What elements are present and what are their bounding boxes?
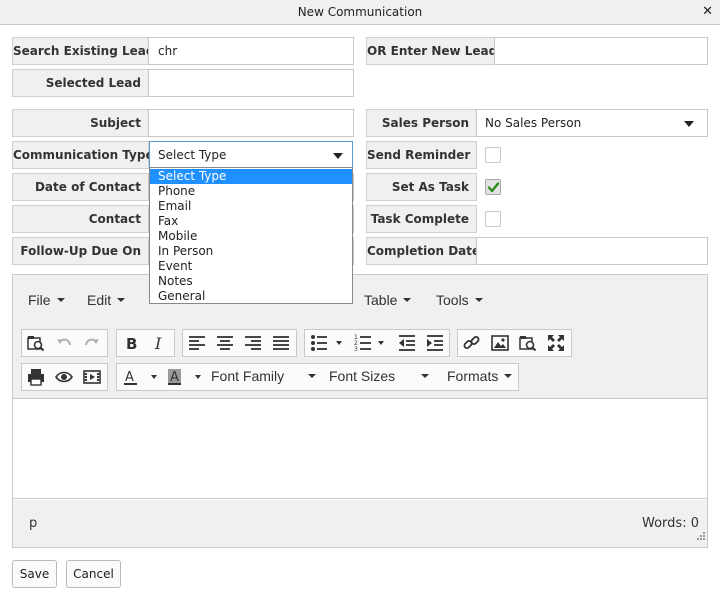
editor-toolbar: B I 123 A A Font Family Font Sizes Forma…	[13, 323, 707, 399]
sales-person-value: No Sales Person	[485, 116, 582, 130]
toolbar-group-style: A A Font Family Font Sizes Formats	[116, 363, 519, 391]
new-lead-input[interactable]	[494, 37, 708, 65]
svg-text:A: A	[170, 370, 179, 385]
sales-person-label: Sales Person	[366, 109, 477, 137]
italic-icon[interactable]: I	[147, 332, 171, 354]
comm-type-option[interactable]: Fax	[150, 214, 352, 229]
image-icon[interactable]	[488, 332, 512, 354]
align-right-icon[interactable]	[241, 332, 265, 354]
cancel-button[interactable]: Cancel	[66, 560, 121, 588]
comm-type-option[interactable]: General	[150, 289, 352, 304]
completion-date-input[interactable]	[476, 237, 708, 265]
set-as-task-label: Set As Task	[366, 173, 477, 201]
comm-type-option[interactable]: Mobile	[150, 229, 352, 244]
selected-lead-label: Selected Lead	[12, 69, 149, 97]
fullscreen-icon[interactable]	[544, 332, 568, 354]
new-lead-label: OR Enter New Lead	[366, 37, 497, 65]
svg-text:B: B	[126, 335, 137, 352]
comm-type-option[interactable]: Select Type	[150, 169, 352, 184]
redo-icon[interactable]	[80, 332, 104, 354]
set-as-task-checkbox[interactable]	[485, 179, 501, 195]
comm-type-label: Communication Type	[12, 141, 154, 169]
preview-search-icon[interactable]	[24, 332, 48, 354]
chevron-down-icon	[333, 153, 343, 159]
numbered-list-icon[interactable]: 123	[351, 332, 391, 354]
rich-text-editor: File Edit Table Tools B I 1 2 3 A A Font…	[12, 274, 708, 548]
comm-type-option[interactable]: Event	[150, 259, 352, 274]
font-sizes-select[interactable]: Font Sizes	[329, 368, 430, 384]
save-button[interactable]: Save	[12, 560, 57, 588]
svg-text:A: A	[125, 370, 134, 385]
contact-label: Contact	[12, 205, 149, 233]
subject-label: Subject	[12, 109, 149, 137]
sales-person-select[interactable]: No Sales Person	[476, 109, 708, 137]
toolbar-group-lists: 123	[304, 329, 450, 357]
subject-input[interactable]	[148, 109, 354, 137]
toolbar-group-align	[182, 329, 297, 357]
menu-table[interactable]: Table	[364, 292, 412, 308]
send-reminder-label: Send Reminder	[366, 141, 477, 169]
search-lead-label: Search Existing Lead	[12, 37, 154, 65]
align-justify-icon[interactable]	[269, 332, 293, 354]
editor-statusbar: p Words: 0	[13, 500, 707, 547]
formats-select[interactable]: Formats	[447, 368, 513, 384]
outdent-icon[interactable]	[395, 332, 419, 354]
editor-content-area[interactable]	[13, 399, 707, 499]
comm-type-value: Select Type	[158, 148, 227, 162]
comm-type-dropdown: Select Type Phone Email Fax Mobile In Pe…	[149, 167, 353, 304]
align-left-icon[interactable]	[185, 332, 209, 354]
comm-type-option[interactable]: In Person	[150, 244, 352, 259]
print-icon[interactable]	[24, 366, 48, 388]
toolbar-group-format: B I	[116, 329, 175, 357]
toolbar-group-history	[21, 329, 108, 357]
element-path[interactable]: p	[29, 516, 37, 531]
send-reminder-checkbox[interactable]	[485, 147, 501, 163]
link-icon[interactable]	[460, 332, 484, 354]
text-color-icon[interactable]: A	[119, 366, 161, 388]
comm-type-option[interactable]: Email	[150, 199, 352, 214]
followup-label: Follow-Up Due On	[12, 237, 149, 265]
search-icon[interactable]	[516, 332, 540, 354]
date-of-contact-label: Date of Contact	[12, 173, 149, 201]
selected-lead-input[interactable]	[148, 69, 354, 97]
menu-edit[interactable]: Edit	[87, 292, 126, 308]
editor-menubar: File Edit Table Tools	[13, 275, 707, 323]
svg-text:3: 3	[354, 346, 358, 352]
dialog-title: New Communication	[297, 5, 423, 19]
toolbar-group-insert	[457, 329, 572, 357]
comm-type-select[interactable]: Select Type	[149, 141, 353, 169]
resize-handle-icon[interactable]	[695, 531, 705, 545]
dialog-titlebar: New Communication ✕	[0, 0, 720, 25]
search-lead-input[interactable]	[148, 37, 354, 65]
chevron-down-icon	[684, 121, 694, 127]
checkmark-icon	[487, 182, 500, 193]
background-color-icon[interactable]: A	[163, 366, 205, 388]
font-family-select[interactable]: Font Family	[211, 368, 317, 384]
indent-icon[interactable]	[423, 332, 447, 354]
task-complete-checkbox[interactable]	[485, 211, 501, 227]
align-center-icon[interactable]	[213, 332, 237, 354]
toolbar-group-print	[21, 363, 108, 391]
menu-tools[interactable]: Tools	[436, 292, 483, 308]
comm-type-option[interactable]: Phone	[150, 184, 352, 199]
preview-eye-icon[interactable]	[52, 366, 76, 388]
close-icon[interactable]: ✕	[702, 4, 713, 19]
undo-icon[interactable]	[52, 332, 76, 354]
task-complete-label: Task Complete	[366, 205, 477, 233]
bullet-list-icon[interactable]	[307, 332, 347, 354]
menu-file[interactable]: File	[28, 292, 65, 308]
comm-type-option[interactable]: Notes	[150, 274, 352, 289]
bold-icon[interactable]: B	[119, 332, 143, 354]
svg-text:I: I	[154, 334, 162, 352]
word-count: Words: 0	[642, 516, 699, 531]
media-icon[interactable]	[80, 366, 104, 388]
completion-date-label: Completion Date	[366, 237, 480, 265]
